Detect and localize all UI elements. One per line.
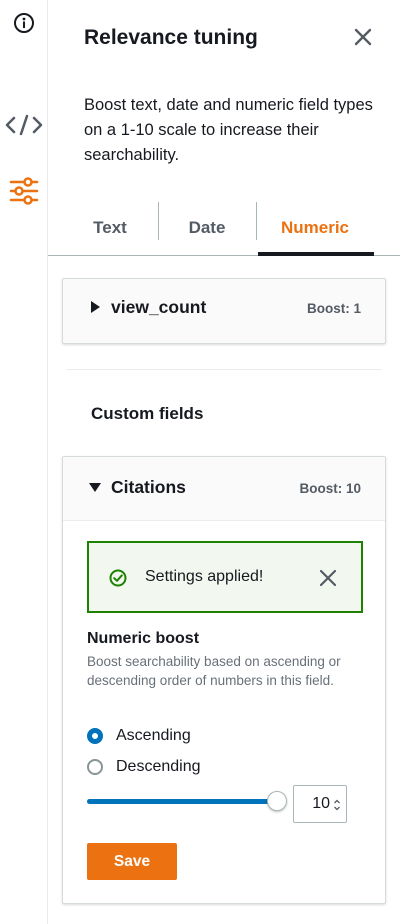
icon-rail — [0, 0, 48, 924]
save-button[interactable]: Save — [87, 843, 177, 880]
tab-divider — [158, 202, 159, 240]
panel-title: Relevance tuning — [84, 26, 258, 49]
sliders-icon[interactable] — [0, 176, 48, 206]
radio-descending[interactable]: Descending — [87, 757, 201, 777]
radio-button[interactable] — [87, 759, 103, 775]
field-card-view-count[interactable]: view_count Boost: 1 — [62, 278, 386, 344]
slider-fill — [87, 799, 277, 804]
radio-label: Ascending — [116, 727, 191, 744]
field-name: view_count — [111, 297, 207, 317]
tab-divider — [256, 202, 257, 240]
radio-button[interactable] — [87, 728, 103, 744]
check-circle-icon — [109, 569, 127, 587]
tab-numeric[interactable]: Numeric — [256, 200, 374, 256]
field-card-header[interactable]: Citations Boost: 10 — [63, 457, 385, 521]
tab-date[interactable]: Date — [158, 200, 256, 256]
success-alert: Settings applied! — [87, 541, 363, 613]
close-icon[interactable] — [352, 26, 374, 48]
section-divider — [66, 369, 382, 370]
code-icon[interactable] — [0, 114, 48, 136]
panel-description: Boost text, date and numeric field types… — [84, 96, 373, 164]
slider-thumb[interactable] — [267, 791, 287, 811]
stepper-value: 10 — [312, 795, 330, 812]
custom-fields-heading: Custom fields — [91, 404, 204, 423]
info-icon[interactable] — [0, 12, 48, 34]
alert-message: Settings applied! — [145, 568, 264, 585]
field-card-citations: Citations Boost: 10 Settings applied! Nu… — [62, 456, 386, 904]
boost-value-stepper[interactable]: 10 — [293, 785, 347, 823]
active-tab-indicator — [258, 252, 374, 256]
boost-slider[interactable] — [87, 789, 287, 813]
boost-badge: Boost: 10 — [299, 481, 361, 496]
boost-badge: Boost: 1 — [307, 301, 361, 316]
dismiss-icon[interactable] — [319, 569, 337, 587]
caret-right-icon[interactable] — [91, 301, 100, 313]
numeric-boost-description: Boost searchability based on ascending o… — [87, 654, 341, 688]
field-name: Citations — [111, 477, 186, 497]
numeric-boost-title: Numeric boost — [87, 630, 200, 647]
tab-text[interactable]: Text — [62, 200, 158, 256]
field-type-tabs: Text Date Numeric — [48, 200, 400, 256]
relevance-tuning-panel: Relevance tuning Boost text, date and nu… — [48, 0, 400, 924]
spinner-arrows-icon[interactable] — [333, 798, 341, 812]
caret-down-icon[interactable] — [89, 483, 101, 492]
radio-ascending[interactable]: Ascending — [87, 726, 191, 746]
radio-label: Descending — [116, 758, 201, 775]
